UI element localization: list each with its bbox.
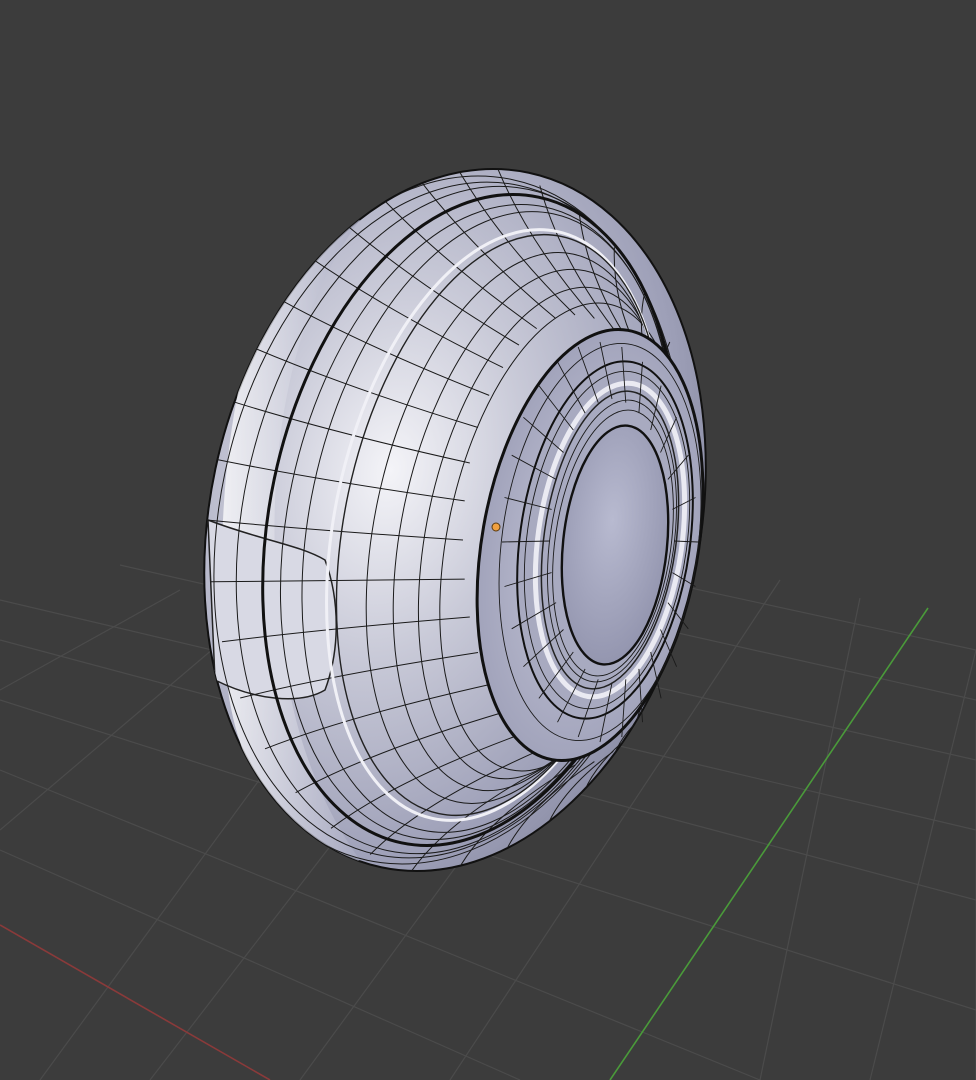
- tire-mesh[interactable]: [135, 122, 769, 918]
- viewport-canvas[interactable]: [0, 0, 976, 1080]
- grid-line: [759, 597, 861, 1080]
- object-origin-dot[interactable]: [491, 522, 501, 532]
- grid-line: [0, 589, 181, 691]
- 3d-viewport[interactable]: [0, 0, 976, 1080]
- grid-line: [869, 649, 976, 1080]
- grid-line: [0, 849, 521, 1080]
- x-axis-line: [0, 924, 271, 1080]
